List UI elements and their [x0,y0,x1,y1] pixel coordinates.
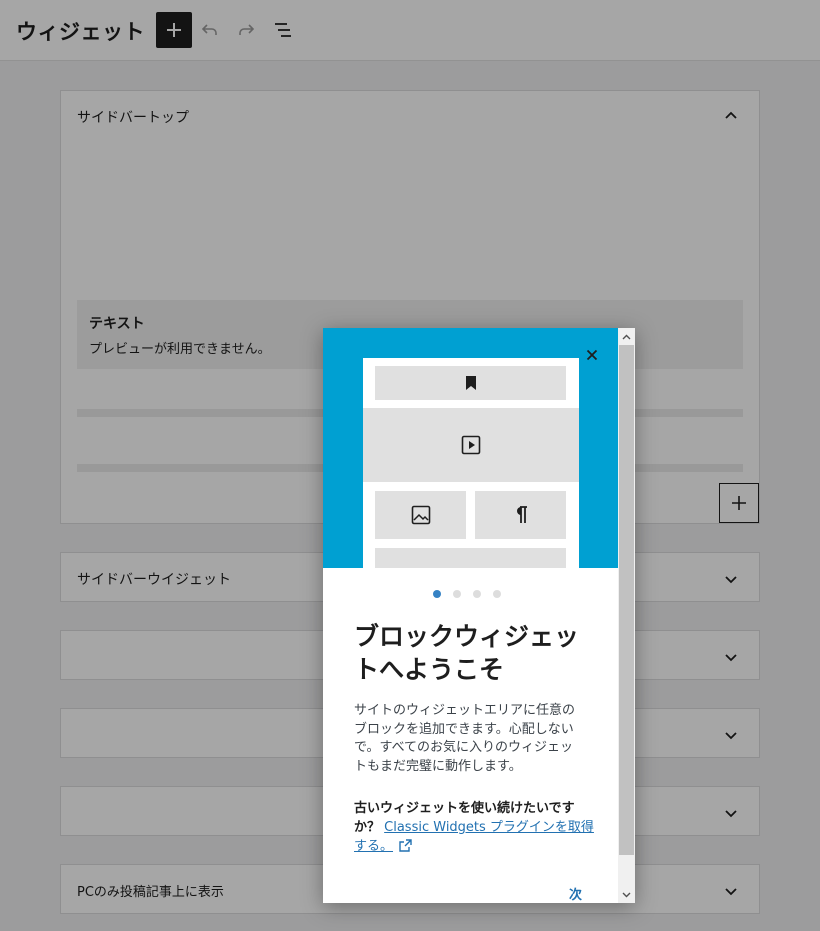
scroll-down-icon [622,892,631,898]
welcome-guide-modal: ブロックウィジェットへようこそ サイトのウィジェットエリアに任意のブロックを追加… [323,328,635,903]
page-dot[interactable] [453,590,461,598]
page-dot[interactable] [493,590,501,598]
scroll-up-arrow[interactable] [618,328,635,345]
paragraph-icon [513,505,529,525]
page-dot[interactable] [473,590,481,598]
illustration-block [475,491,566,539]
illustration-device [363,358,579,568]
external-link-icon[interactable] [399,839,412,852]
page-dot[interactable] [433,590,441,598]
video-icon [461,435,481,455]
illustration-block [375,366,566,400]
bookmark-icon [465,376,477,390]
close-button[interactable] [581,344,603,366]
close-icon [586,349,598,361]
classic-widgets-note: 古いウィジェットを使い続けたいですか？ Classic Widgets プラグイ… [354,799,594,856]
illustration-block [363,408,579,482]
illustration-block [375,491,466,539]
classic-widgets-link[interactable]: Classic Widgets プラグインを取得する。 [354,820,594,854]
scrollbar-thumb[interactable] [619,345,634,855]
page-indicator [433,590,501,600]
scroll-up-icon [622,334,631,340]
scroll-down-arrow[interactable] [618,886,635,903]
guide-description: サイトのウィジェットエリアに任意のブロックを追加できます。心配しないで。すべての… [354,702,586,776]
illustration-block [375,548,566,568]
image-icon [411,505,431,525]
guide-title: ブロックウィジェットへようこそ [354,620,594,686]
modal-scrollbar[interactable] [618,328,635,903]
guide-illustration [323,328,618,568]
next-button[interactable]: 次 [569,884,582,903]
